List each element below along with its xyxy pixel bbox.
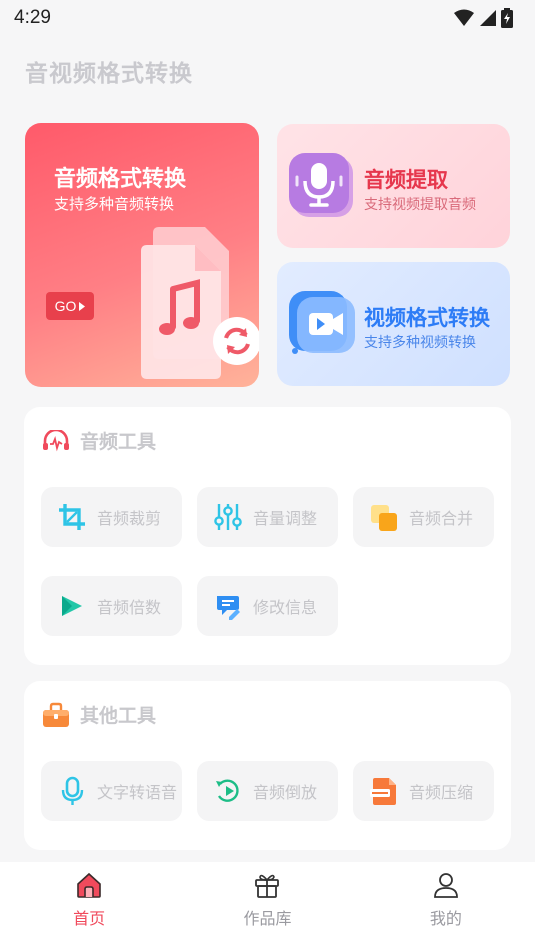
signal-icon	[480, 10, 496, 26]
video-convert-title: 视频格式转换	[364, 306, 490, 330]
bottom-nav: 首页 作品库 我的	[0, 862, 535, 951]
audio-extract-subtitle: 支持视频提取音频	[364, 197, 476, 213]
audio-convert-card[interactable]: 音频格式转换 支持多种音频转换 GO	[25, 123, 259, 387]
status-icons	[453, 8, 513, 28]
rewind-icon	[216, 779, 239, 802]
status-bar: 4:29	[0, 0, 535, 36]
tool-volume-adjust[interactable]: 音量调整	[197, 487, 338, 547]
tool-edit-info[interactable]: 修改信息	[197, 576, 338, 636]
other-tools-header: 其他工具	[42, 701, 156, 728]
go-label: GO	[54, 298, 77, 314]
video-convert-subtitle: 支持多种视频转换	[364, 335, 476, 351]
tool-audio-speed[interactable]: 音频倍数	[41, 576, 182, 636]
nav-label: 我的	[429, 909, 462, 928]
toolbox-icon	[43, 702, 69, 727]
tool-audio-compress[interactable]: 音频压缩	[353, 761, 494, 821]
crop-icon	[59, 504, 85, 530]
other-tools-section: 其他工具 文字转语音 音频倒放 音频压缩	[24, 681, 511, 850]
other-tools-title: 其他工具	[80, 705, 157, 727]
video-convert-card[interactable]: 视频格式转换 支持多种视频转换	[277, 262, 510, 386]
headphone-wave-icon	[43, 429, 69, 451]
audio-tools-title: 音频工具	[80, 431, 157, 453]
audio-tools-header: 音频工具	[42, 427, 156, 454]
audio-extract-card[interactable]: 音频提取 支持视频提取音频	[277, 124, 510, 248]
equalizer-icon	[214, 504, 242, 530]
tool-label: 音频压缩	[409, 783, 474, 802]
tool-label: 音量调整	[253, 509, 318, 528]
microphone-icon	[61, 776, 84, 805]
tool-label: 音频裁剪	[97, 509, 162, 528]
tool-label: 音频倒放	[253, 783, 318, 802]
nav-works-library[interactable]: 作品库	[178, 862, 356, 951]
compress-file-icon	[370, 778, 396, 805]
audio-convert-subtitle: 支持多种音频转换	[54, 195, 175, 213]
nav-mine[interactable]: 我的	[357, 862, 535, 951]
page-title: 音视频格式转换	[25, 61, 193, 87]
tool-text-to-speech[interactable]: 文字转语音	[41, 761, 182, 821]
person-icon	[433, 873, 458, 898]
tool-audio-crop[interactable]: 音频裁剪	[41, 487, 182, 547]
wifi-icon	[454, 9, 474, 26]
tool-audio-reverse[interactable]: 音频倒放	[197, 761, 338, 821]
play-arrow-icon	[79, 301, 86, 311]
music-file-convert-icon	[141, 227, 259, 379]
speed-icon	[62, 596, 82, 616]
microphone-extract-icon	[289, 153, 353, 217]
tool-label: 修改信息	[253, 598, 318, 617]
video-camera-icon	[289, 291, 355, 354]
audio-tools-section: 音频工具 音频裁剪 音量调整 音频合并 音频倍数 修改信息	[24, 407, 511, 665]
nav-home[interactable]: 首页	[0, 862, 178, 951]
edit-info-icon	[217, 596, 240, 620]
merge-icon	[371, 505, 397, 531]
gift-box-icon	[255, 874, 280, 898]
nav-label: 首页	[73, 909, 106, 928]
status-time: 4:29	[14, 7, 51, 28]
tool-label: 音频倍数	[97, 598, 162, 617]
tool-label: 文字转语音	[97, 783, 178, 802]
tool-label: 音频合并	[409, 509, 474, 528]
audio-extract-title: 音频提取	[364, 168, 448, 192]
battery-icon	[501, 8, 513, 28]
tool-audio-merge[interactable]: 音频合并	[353, 487, 494, 547]
audio-convert-title: 音频格式转换	[54, 167, 187, 192]
home-icon	[77, 872, 101, 898]
nav-label: 作品库	[243, 909, 292, 928]
go-button[interactable]: GO	[46, 292, 94, 320]
